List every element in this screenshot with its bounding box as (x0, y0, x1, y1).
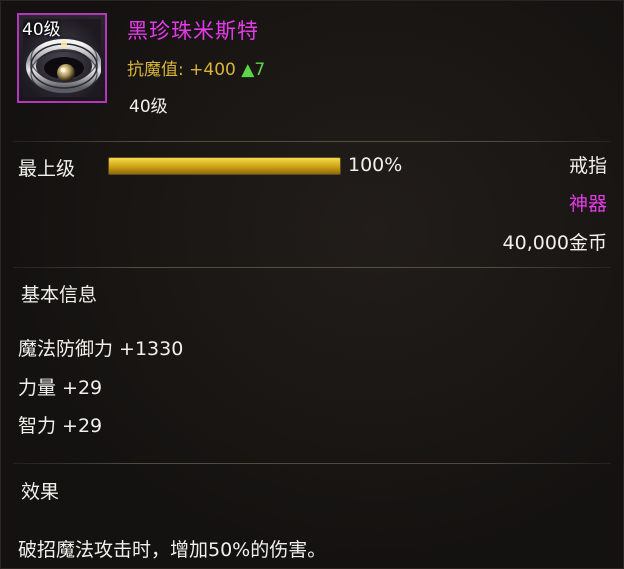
item-price: 40,000金币 (502, 232, 607, 254)
divider (13, 141, 611, 142)
upgrade-progress-fill (109, 158, 340, 174)
magic-resist-stat: 抗魔值: +400 ▲7 (127, 55, 265, 80)
item-icon-level: 40级 (22, 20, 61, 40)
divider (13, 463, 611, 464)
item-name: 黑珍珠米斯特 (127, 19, 259, 43)
item-tooltip: 40级 黑珍珠米斯特 抗魔值: +400 ▲7 40级 最上级 100% 戒指 … (0, 0, 624, 569)
item-rarity: 神器 (568, 193, 607, 215)
basic-info-title: 基本信息 (21, 284, 98, 306)
upgrade-label: 最上级 (18, 158, 76, 180)
item-level: 40级 (129, 97, 168, 117)
silver-ring-with-pearl-icon (26, 36, 101, 96)
item-type: 戒指 (568, 155, 607, 177)
attribute-strength: 力量 +29 (18, 377, 103, 399)
stat-delta-up: ▲7 (241, 60, 266, 80)
stat-label: 抗魔值: (127, 60, 184, 80)
stat-value: +400 (189, 60, 236, 80)
upgrade-progress-bar (108, 157, 341, 175)
divider (13, 267, 611, 268)
effect-description: 破招魔法攻击时，增加50%的伤害。 (18, 539, 327, 561)
attribute-intelligence: 智力 +29 (18, 415, 103, 437)
upgrade-progress-text: 100% (348, 154, 403, 176)
effect-title: 效果 (21, 481, 60, 503)
attribute-magic-defense: 魔法防御力 +1330 (18, 338, 184, 360)
item-icon-frame[interactable]: 40级 (17, 13, 107, 103)
